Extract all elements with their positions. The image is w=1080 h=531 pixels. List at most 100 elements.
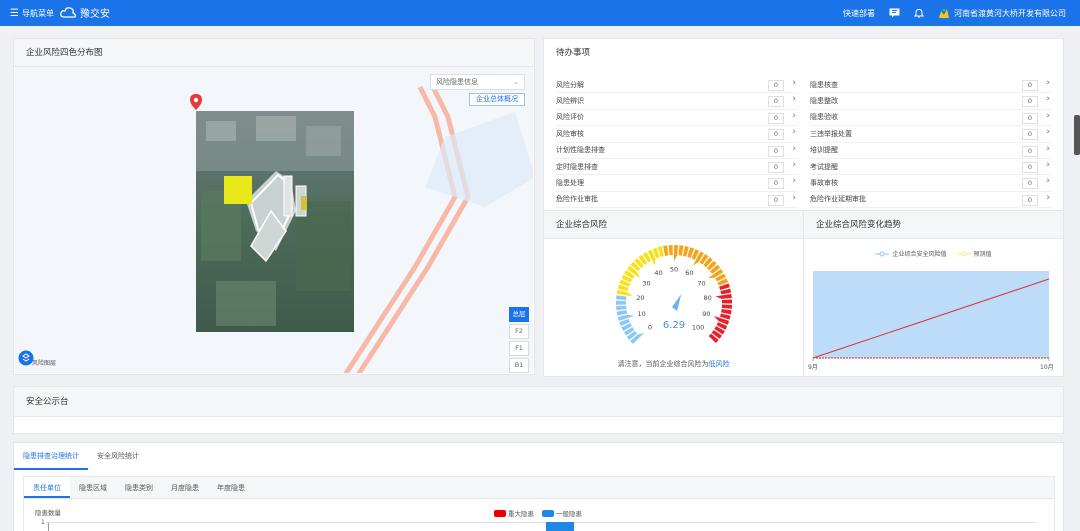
risk-info-select[interactable]: 风险隐患信息 ⌄ <box>430 74 525 90</box>
todo-label: 风险审核 <box>556 129 584 138</box>
company-overview-button[interactable]: 企业总体概况 <box>469 93 525 106</box>
todo-item[interactable]: 风险分解 0 › <box>556 77 798 94</box>
todo-item[interactable]: 计划性隐患排查 0 › <box>556 143 798 159</box>
hamburger-icon: ☰ <box>10 8 19 19</box>
chevron-right-icon: › <box>792 94 796 105</box>
todo-count: 0 <box>1022 161 1038 173</box>
todo-item[interactable]: 风险辨识 0 › <box>556 93 798 110</box>
todo-label: 隐患处理 <box>556 179 584 188</box>
todo-count: 0 <box>768 112 784 124</box>
todo-item[interactable]: 考试提醒 0 › <box>810 159 1052 176</box>
chevron-right-icon: › <box>1046 94 1050 105</box>
risk-map[interactable]: 风险隐患信息 ⌄ 企业总体概况 总层 F2 F1 B1 B2 风险图层 <box>15 67 533 373</box>
todo-label: 计划性隐患排查 <box>556 146 605 155</box>
tab-hazard-stats[interactable]: 隐患排查治理统计 <box>14 443 88 470</box>
subtab-monthly[interactable]: 月度隐患 <box>162 477 208 498</box>
trend-chart <box>812 271 1050 361</box>
gauge-value: 6.29 <box>663 320 685 331</box>
todo-count: 0 <box>1022 145 1038 157</box>
chevron-right-icon: › <box>792 110 796 121</box>
todo-count: 0 <box>768 194 784 206</box>
subtab-unit[interactable]: 责任单位 <box>24 477 70 498</box>
legend-label: 重大隐患 <box>508 510 534 518</box>
panel-title: 安全公示台 <box>14 387 1063 417</box>
floor-f1[interactable]: F1 <box>509 341 529 356</box>
todo-item[interactable]: 风险审核 0 › <box>556 126 798 143</box>
company-name[interactable]: 河南省渡黄河大桥开发有限公司 <box>954 8 1066 19</box>
floor-all[interactable]: 总层 <box>509 307 529 322</box>
legend-item-risk[interactable]: 企业综合安全风险值 <box>875 249 947 258</box>
bell-icon[interactable] <box>914 8 924 18</box>
todo-count: 0 <box>1022 96 1038 108</box>
aerial-building-image[interactable] <box>196 111 354 332</box>
gauge-tick-label: 40 <box>654 269 662 277</box>
gauge-tick-label: 60 <box>685 269 693 277</box>
legend-item-major[interactable]: 重大隐患 <box>494 508 534 518</box>
x-tick-label: 9月 <box>808 364 818 371</box>
nav-menu-button[interactable]: ☰ 导航菜单 <box>10 8 54 19</box>
trend-legend: 企业综合安全风险值 预测值 <box>804 249 1063 258</box>
floor-b1[interactable]: B1 <box>509 358 529 373</box>
todo-label: 隐患核查 <box>810 80 838 89</box>
todo-item[interactable]: 事故审核 0 › <box>810 175 1052 192</box>
gauge-segment <box>721 309 732 315</box>
todo-count: 0 <box>768 178 784 190</box>
gauge-segment <box>616 289 633 297</box>
trend-plot-area <box>813 271 1049 358</box>
safety-notice-panel: 安全公示台 <box>13 386 1064 434</box>
nav-menu-label: 导航菜单 <box>21 9 54 18</box>
bar-normal[interactable] <box>546 522 574 531</box>
todo-item[interactable]: 隐患处理 0 › <box>556 175 798 192</box>
todo-label: 危险作业审批 <box>556 195 598 204</box>
todo-item[interactable]: 隐患验收 0 › <box>810 110 1052 127</box>
gauge-segment <box>715 293 732 299</box>
chevron-right-icon: › <box>1046 127 1050 138</box>
subtab-yearly[interactable]: 年度隐患 <box>208 477 254 498</box>
message-icon[interactable] <box>889 8 900 18</box>
gauge-segment <box>674 245 679 261</box>
stats-tabs: 隐患排查治理统计 安全风险统计 <box>14 443 148 470</box>
gauge-segment <box>721 304 732 309</box>
risk-map-panel: 企业风险四色分布图 风险隐患信息 ⌄ 企业总体概况 总层 F2 F1 B1 风险… <box>13 38 535 375</box>
todo-item[interactable]: 培训提醒 0 › <box>810 143 1052 159</box>
tab-risk-stats[interactable]: 安全风险统计 <box>88 443 148 470</box>
todo-item[interactable]: 三违举报处置 0 › <box>810 126 1052 143</box>
todo-item[interactable]: 危险作业审批 0 › <box>556 192 798 209</box>
todo-item[interactable]: 隐患核查 0 › <box>810 77 1052 94</box>
panel-title: 企业综合风险 <box>544 211 803 239</box>
top-navigation-bar: ☰ 导航菜单 豫交安 快速部署 河南省渡黄河大桥开发有限公司 <box>0 0 1080 26</box>
todo-item[interactable]: 隐患整改 0 › <box>810 93 1052 110</box>
y-axis-title: 隐患数量 <box>35 509 61 517</box>
legend-label: 一般隐患 <box>556 510 582 518</box>
stats-subpanel: 责任单位 隐患区域 隐患类别 月度隐患 年度隐患 隐患数量 1 重大隐患 一般隐… <box>23 476 1055 531</box>
location-pin-icon[interactable] <box>190 94 202 112</box>
statistics-panel: 隐患排查治理统计 安全风险统计 责任单位 隐患区域 隐患类别 月度隐患 年度隐患… <box>13 442 1064 531</box>
subtab-area[interactable]: 隐患区域 <box>70 477 116 498</box>
legend-line-icon <box>956 251 971 256</box>
chevron-right-icon: › <box>792 127 796 138</box>
todo-item[interactable]: 风险评价 0 › <box>556 110 798 127</box>
todo-label: 培训提醒 <box>810 146 838 155</box>
legend-item-forecast[interactable]: 预测值 <box>956 249 992 258</box>
todo-count: 0 <box>1022 112 1038 124</box>
gauge-tick-label: 10 <box>638 310 646 318</box>
todo-item[interactable]: 定时隐患排查 0 › <box>556 159 798 176</box>
risk-gauge: 010 20 30 40 50 60 70 80 90 100 6.29 <box>616 245 732 345</box>
todo-count: 0 <box>768 161 784 173</box>
floor-f2[interactable]: F2 <box>509 324 529 339</box>
x-tick-label: 10月 <box>1040 364 1054 371</box>
quick-deploy-link[interactable]: 快速部署 <box>843 8 875 19</box>
legend-label: 企业综合安全风险值 <box>892 251 947 258</box>
panel-title: 企业综合风险变化趋势 <box>804 211 1063 239</box>
todo-item[interactable]: 危险作业延期审批 0 › <box>810 192 1052 209</box>
company-logo-icon <box>939 8 949 18</box>
todo-count: 0 <box>768 80 784 91</box>
chevron-right-icon: › <box>792 143 796 154</box>
legend-item-normal[interactable]: 一般隐患 <box>542 508 582 518</box>
subtab-category[interactable]: 隐患类别 <box>116 477 162 498</box>
scrollbar-handle[interactable] <box>1074 115 1080 155</box>
todo-count: 0 <box>1022 129 1038 141</box>
chevron-right-icon: › <box>1046 159 1050 170</box>
risk-layer-toggle[interactable]: 风险图层 <box>18 348 56 367</box>
brand-logo[interactable]: 豫交安 <box>60 5 110 20</box>
